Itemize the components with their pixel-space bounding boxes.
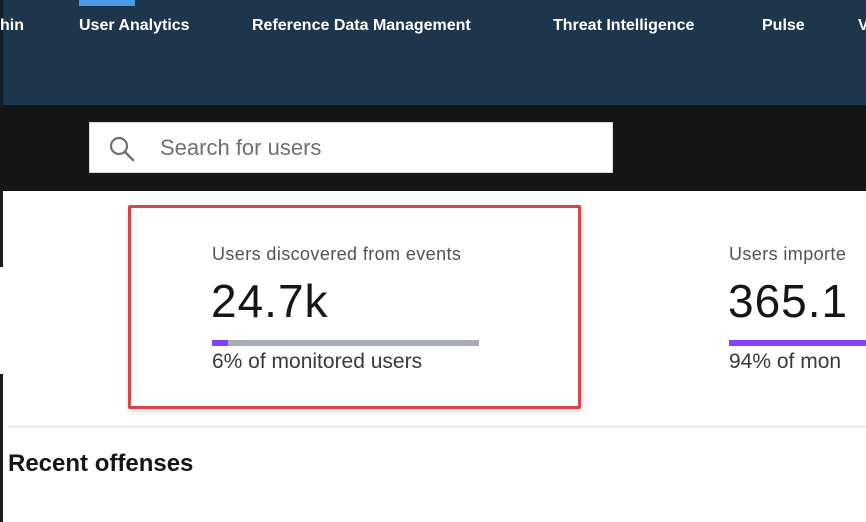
tab-threat-intelligence[interactable]: Threat Intelligence xyxy=(553,0,694,52)
search-band xyxy=(0,105,866,191)
left-edge-sliver xyxy=(0,374,3,522)
tab-user-analytics[interactable]: User Analytics xyxy=(79,0,190,52)
tab-label: V xyxy=(858,17,866,34)
metric-value: 24.7k xyxy=(211,275,329,327)
tab-overflow[interactable]: V xyxy=(858,0,866,52)
active-tab-indicator xyxy=(79,0,135,6)
tab-label: Pulse xyxy=(762,17,805,34)
progress-bar-fill xyxy=(729,340,858,346)
section-divider xyxy=(8,425,866,428)
metric-label: Users discovered from events xyxy=(212,244,462,264)
progress-bar xyxy=(212,340,479,346)
metric-subtext: 94% of mon xyxy=(729,350,842,373)
tab-label: User Analytics xyxy=(79,17,190,34)
search-icon xyxy=(109,136,135,162)
tab-label: hin xyxy=(0,17,24,34)
tab-pulse[interactable]: Pulse xyxy=(762,0,805,52)
tab-admin[interactable]: hin xyxy=(0,0,24,52)
metric-card-highlight xyxy=(128,205,581,409)
metric-label: Users importe xyxy=(729,244,847,264)
tab-label: Threat Intelligence xyxy=(553,17,695,34)
progress-bar-fill xyxy=(212,340,229,346)
tab-label: Reference Data Management xyxy=(252,17,471,34)
left-edge-sliver xyxy=(0,191,3,267)
metric-subtext: 6% of monitored users xyxy=(212,350,423,373)
tab-reference-data-management[interactable]: Reference Data Management xyxy=(252,0,471,52)
search-box[interactable] xyxy=(89,122,613,173)
top-navigation-bar: hin User Analytics Reference Data Manage… xyxy=(0,0,866,105)
search-input[interactable] xyxy=(160,123,600,172)
metric-value: 365.1 xyxy=(728,275,849,327)
progress-bar xyxy=(729,340,866,346)
section-title-recent-offenses: Recent offenses xyxy=(8,450,194,477)
